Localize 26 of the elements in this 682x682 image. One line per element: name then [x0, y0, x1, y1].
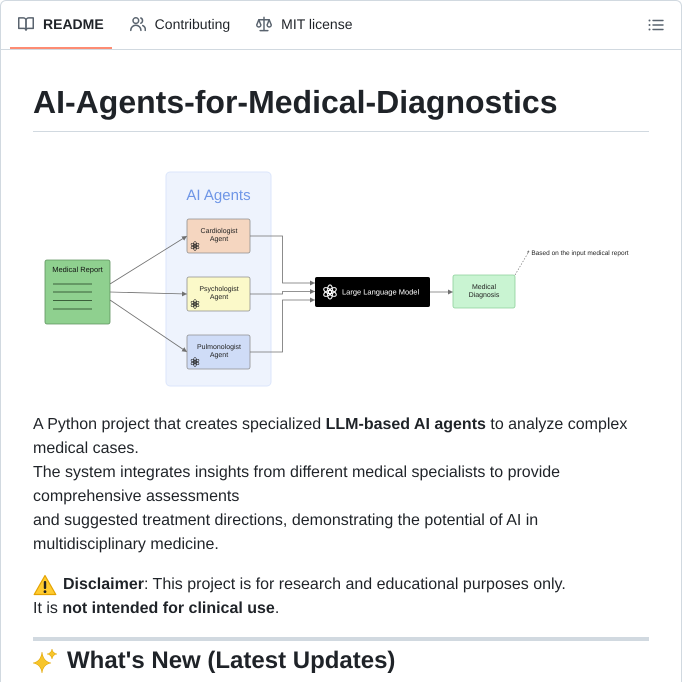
section-heading: What's New (Latest Updates)	[67, 647, 396, 675]
sparkle-icon	[33, 649, 57, 673]
people-icon	[130, 16, 146, 32]
list-icon	[648, 17, 664, 33]
arrow	[250, 289, 316, 294]
intro-paragraph: A Python project that creates specialized LLM-based AI agents to analyze complex medical cases. The system integrates insights from different medical specialists to provide comprehensive assessments and suggested treatment directions, demonstrating the potential of AI in multidisciplinary medicine.	[33, 415, 628, 555]
leader-line	[514, 252, 528, 276]
readme-title: AI-Agents-for-Medical-Diagnostics	[33, 82, 649, 132]
report-node	[44, 260, 110, 324]
arrow	[250, 298, 316, 352]
arrow	[250, 236, 316, 286]
scale-icon	[256, 16, 272, 32]
tab[interactable]: MIT license	[248, 1, 360, 49]
tab[interactable]: Contributing	[122, 1, 238, 49]
arrow	[430, 290, 454, 294]
disclaimer-text: Disclaimer: This project is for research and educational purposes only.	[63, 575, 566, 595]
warning-icon	[33, 574, 57, 596]
book-icon	[18, 16, 34, 32]
atom-icon	[322, 284, 338, 300]
disclaimer-text: It is not intended for clinical use.	[33, 599, 280, 619]
atom-icon	[190, 300, 200, 308]
diagnosis-node	[452, 274, 516, 308]
tab[interactable]: README	[10, 1, 112, 49]
atom-icon	[190, 242, 200, 250]
panel-title: AI Agents	[186, 187, 251, 204]
atom-icon	[190, 358, 200, 366]
